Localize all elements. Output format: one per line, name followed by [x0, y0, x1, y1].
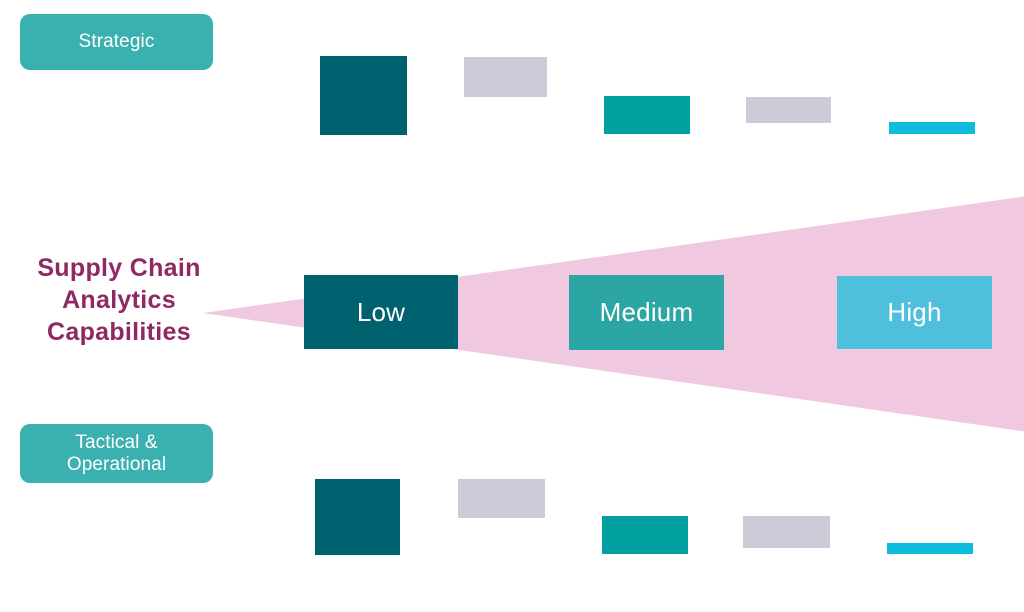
strategic-bar-2	[464, 57, 547, 97]
maturity-box-medium[interactable]: Medium	[569, 275, 724, 350]
maturity-box-low[interactable]: Low	[304, 275, 458, 349]
strategic-bar-5	[889, 122, 975, 134]
label-strategic[interactable]: Strategic	[20, 14, 213, 70]
tactical-bar-3	[602, 516, 688, 554]
maturity-box-medium-label: Medium	[599, 297, 694, 327]
tactical-line-2: Operational	[66, 453, 167, 475]
label-tactical-operational[interactable]: Tactical & Operational	[20, 424, 213, 483]
tactical-bar-2	[458, 479, 545, 518]
strategic-bar-1	[320, 56, 407, 135]
tactical-bar-1	[315, 479, 400, 555]
strategic-bar-4	[746, 97, 831, 123]
strategic-bar-3	[604, 96, 690, 134]
diagram-title: Supply Chain Analytics Capabilities	[8, 252, 230, 348]
diagram-title-line-3: Capabilities	[47, 318, 191, 346]
tactical-line-1: Tactical &	[75, 431, 158, 453]
maturity-box-high[interactable]: High	[837, 276, 992, 349]
tactical-bar-5	[887, 543, 973, 554]
label-tactical-operational-text: Tactical & Operational	[67, 432, 166, 476]
diagram-title-line-2: Analytics	[62, 286, 176, 314]
diagram-title-line-1: Supply Chain	[37, 254, 201, 282]
tactical-bar-4	[743, 516, 830, 548]
maturity-box-low-label: Low	[356, 296, 406, 327]
label-strategic-text: Strategic	[78, 31, 155, 53]
maturity-box-high-label: High	[887, 297, 942, 327]
diagram-canvas: Strategic Tactical & Operational Supply …	[0, 0, 1024, 612]
